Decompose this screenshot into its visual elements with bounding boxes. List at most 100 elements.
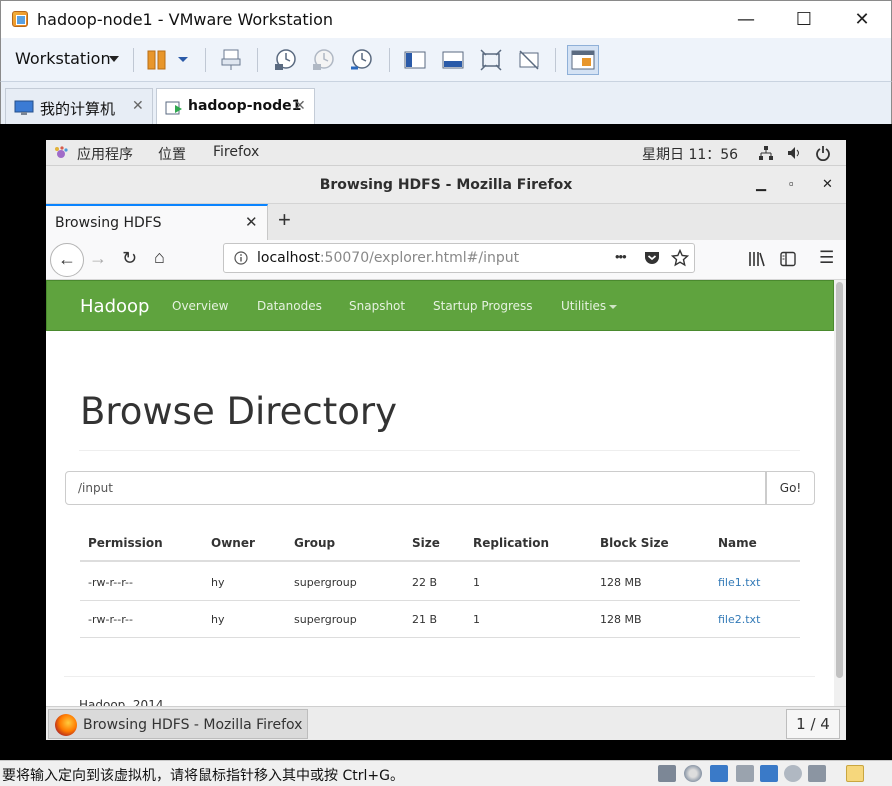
notes-icon[interactable] [846, 765, 864, 782]
close-button[interactable]: ✕ [822, 176, 833, 192]
close-button[interactable]: ✕ [833, 1, 891, 39]
console-view-icon[interactable] [567, 45, 599, 75]
pause-dropdown-icon[interactable] [173, 48, 197, 72]
close-icon[interactable]: ✕ [245, 213, 258, 231]
scrollbar-thumb[interactable] [836, 282, 843, 678]
col-group[interactable]: Group [294, 536, 335, 550]
volume-icon[interactable] [786, 145, 802, 161]
firefox-navbar: ← → ↻ ⌂ localhost:50070/explorer.html#/i… [46, 240, 846, 280]
maximize-button[interactable]: ☐ [775, 1, 833, 39]
nav-utilities[interactable]: Utilities [561, 299, 606, 313]
col-owner[interactable]: Owner [211, 536, 255, 550]
unity-icon[interactable] [517, 48, 541, 72]
hadoop-brand[interactable]: Hadoop [80, 296, 149, 317]
minimize-button[interactable]: ▁ [756, 176, 766, 192]
snapshot-manager-icon[interactable] [349, 48, 373, 72]
taskbar-window-item[interactable]: Browsing HDFS - Mozilla Firefox [48, 709, 308, 739]
sidebar-icon[interactable] [780, 251, 796, 267]
camera-icon[interactable] [784, 765, 802, 782]
guest-screen[interactable]: 应用程序 位置 Firefox 星期日 11：56 Browsing HDFS … [46, 140, 846, 740]
usb-icon[interactable] [760, 765, 778, 782]
col-block-size[interactable]: Block Size [600, 536, 669, 550]
pocket-icon[interactable] [644, 250, 660, 266]
display-icon[interactable] [808, 765, 826, 782]
cell-permission: -rw-r--r-- [88, 613, 133, 626]
file-link[interactable]: file2.txt [718, 613, 760, 626]
col-permission[interactable]: Permission [88, 536, 163, 550]
vmware-titlebar: hadoop-node1 - VMware Workstation — ☐ ✕ [0, 0, 892, 38]
directory-path-input[interactable]: /input [65, 471, 766, 505]
firefox-tab-strip: Browsing HDFS ✕ + [46, 204, 846, 240]
back-button[interactable]: ← [50, 243, 84, 277]
col-replication[interactable]: Replication [473, 536, 549, 550]
library-view-icon[interactable] [403, 48, 427, 72]
url-bar[interactable]: localhost:50070/explorer.html#/input ••• [223, 243, 695, 273]
computer-icon [14, 100, 34, 115]
url-host: localhost [257, 250, 320, 266]
printer-icon[interactable] [736, 765, 754, 782]
minimize-button[interactable]: — [717, 1, 775, 39]
page-actions-icon[interactable]: ••• [615, 249, 627, 264]
page-content: Hadoop Overview Datanodes Snapshot Start… [46, 280, 834, 706]
pause-icon[interactable] [145, 48, 169, 72]
power-icon[interactable] [815, 145, 831, 161]
clock[interactable]: 星期日 11：56 [642, 144, 738, 164]
nav-overview[interactable]: Overview [172, 299, 229, 313]
close-icon[interactable]: ✕ [294, 97, 306, 114]
tab-hadoop-node1[interactable]: hadoop-node1 ✕ [156, 88, 315, 124]
toolbar-divider [205, 48, 206, 72]
fullscreen-icon[interactable] [479, 48, 503, 72]
toolbar-divider [133, 48, 134, 72]
file-link[interactable]: file1.txt [718, 576, 760, 589]
close-icon[interactable]: ✕ [132, 97, 144, 114]
thumbnail-bar-icon[interactable] [441, 48, 465, 72]
url-text[interactable]: localhost:50070/explorer.html#/input [257, 250, 519, 266]
cell-size: 22 B [412, 576, 438, 589]
cell-block-size: 128 MB [600, 576, 642, 589]
library-icon[interactable] [748, 251, 766, 267]
tab-my-computer[interactable]: 我的计算机 ✕ [5, 88, 153, 124]
reload-button[interactable]: ↻ [122, 248, 137, 269]
hamburger-menu-icon[interactable]: ☰ [819, 248, 834, 268]
tab-browsing-hdfs[interactable]: Browsing HDFS ✕ [46, 204, 268, 240]
snapshot-revert-icon[interactable] [311, 48, 335, 72]
cell-replication: 1 [473, 576, 480, 589]
workstation-menu[interactable]: Workstation [15, 49, 111, 68]
chevron-down-icon[interactable] [609, 305, 617, 309]
vertical-scrollbar[interactable] [834, 280, 846, 706]
taskbar-window-label: Browsing HDFS - Mozilla Firefox [83, 717, 303, 733]
app-menu[interactable]: Firefox [213, 144, 259, 160]
cell-block-size: 128 MB [600, 613, 642, 626]
maximize-button[interactable]: ▫ [789, 176, 794, 191]
firefox-window-title: Browsing HDFS - Mozilla Firefox [319, 177, 573, 193]
forward-button[interactable]: → [89, 248, 107, 269]
applications-menu[interactable]: 应用程序 [77, 144, 133, 164]
col-name[interactable]: Name [718, 536, 757, 550]
cell-replication: 1 [473, 613, 480, 626]
vmware-statusbar: 要将输入定向到该虚拟机，请将鼠标指针移入其中或按 Ctrl+G。 [0, 760, 892, 786]
cd-dvd-icon[interactable] [684, 765, 702, 782]
places-menu[interactable]: 位置 [158, 144, 186, 164]
toolbar-divider [389, 48, 390, 72]
hard-disk-icon[interactable] [658, 765, 676, 782]
bookmark-star-icon[interactable] [671, 249, 689, 267]
nav-startup-progress[interactable]: Startup Progress [433, 299, 533, 313]
send-ctrl-alt-del-icon[interactable] [219, 48, 243, 72]
nav-snapshot[interactable]: Snapshot [349, 299, 405, 313]
url-path: :50070/explorer.html#/input [319, 250, 520, 266]
network-icon[interactable] [758, 145, 774, 161]
vmware-app-icon [12, 11, 28, 27]
workspace-switcher[interactable]: 1 / 4 [786, 709, 840, 739]
home-button[interactable]: ⌂ [154, 247, 165, 268]
vmware-toolbar: Workstation [0, 38, 892, 82]
snapshot-take-icon[interactable] [273, 48, 297, 72]
network-adapter-icon[interactable] [710, 765, 728, 782]
col-size[interactable]: Size [412, 536, 440, 550]
info-icon[interactable] [234, 251, 248, 265]
go-button[interactable]: Go! [766, 471, 815, 505]
table-row: -rw-r--r-- hy supergroup 21 B 1 128 MB f… [80, 601, 800, 638]
chevron-down-icon[interactable] [109, 56, 119, 62]
nav-datanodes[interactable]: Datanodes [257, 299, 322, 313]
gnome-foot-icon [55, 146, 68, 158]
new-tab-button[interactable]: + [278, 207, 291, 233]
